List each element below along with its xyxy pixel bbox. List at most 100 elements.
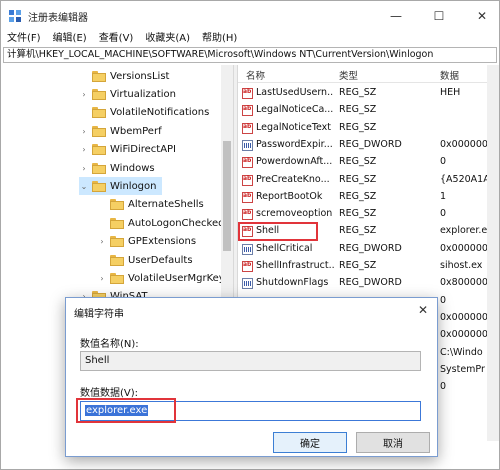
ok-button[interactable]: 确定	[273, 432, 347, 453]
value-name: ShellInfrastruct...	[256, 260, 334, 271]
chevron-right-icon[interactable]: ›	[79, 164, 89, 173]
minimize-button[interactable]: —	[381, 5, 411, 27]
value-name-label: 数值名称(N):	[80, 339, 139, 350]
shell-row-highlight	[238, 222, 318, 242]
string-value-icon	[242, 122, 253, 134]
list-row[interactable]: ShellCritical REG_DWORD 0x000000	[238, 241, 499, 258]
list-row[interactable]: scremoveoptionREG_SZ0	[238, 206, 499, 223]
tree-item[interactable]: ⌄ Winlogon	[79, 177, 163, 196]
column-type[interactable]: 类型	[339, 68, 358, 82]
list-row[interactable]: LegalNoticeCa... REG_SZ	[238, 102, 499, 119]
menu-bar: 文件(F) 编辑(E) 查看(V) 收藏夹(A) 帮助(H)	[1, 31, 499, 46]
value-name: LegalNoticeText	[256, 121, 332, 133]
tree-item-label: VolatileNotifications	[110, 107, 210, 119]
value-name: PowerdownAft...	[256, 156, 333, 168]
chevron-right-icon[interactable]: ›	[79, 145, 89, 154]
list-row[interactable]: PasswordExpir... REG_DWORD 0x000000	[238, 137, 499, 154]
folder-icon	[110, 254, 124, 266]
value-data: C:\Windo	[440, 346, 483, 358]
menu-view[interactable]: 查看(V)	[93, 31, 140, 46]
title-bar[interactable]: 注册表编辑器 — ☐ ✕	[1, 1, 499, 31]
cancel-button[interactable]: 取消	[356, 432, 430, 453]
folder-icon	[92, 125, 106, 137]
column-data[interactable]: 数据	[440, 68, 459, 82]
value-type: REG_DWORD	[339, 242, 402, 254]
chevron-right-icon[interactable]: ›	[79, 90, 89, 99]
tree-item-label: Windows	[110, 162, 155, 174]
address-bar[interactable]: 计算机\HKEY_LOCAL_MACHINE\SOFTWARE\Microsof…	[3, 47, 497, 63]
value-type: REG_SZ	[339, 173, 377, 185]
tree-item-label: WbemPerf	[110, 125, 162, 137]
value-data: 0	[440, 381, 447, 393]
tree-item[interactable]: › VolatileUserMgrKey	[97, 269, 231, 287]
folder-icon	[110, 217, 124, 229]
tree-item-label: VolatileUserMgrKey	[128, 272, 225, 284]
chevron-right-icon[interactable]: ›	[97, 274, 107, 283]
data-field-highlight	[76, 398, 176, 423]
edit-string-dialog: 编辑字符串 ✕ 数值名称(N): Shell 数值数据(V): explorer…	[65, 297, 438, 457]
tree-item[interactable]: VolatileNotifications	[79, 104, 215, 122]
folder-icon	[92, 70, 106, 82]
value-data: 0x000000	[440, 311, 488, 323]
dialog-close-button[interactable]: ✕	[411, 300, 435, 320]
list-row[interactable]: ShutdownFlags REG_DWORD 0x800000	[238, 275, 499, 292]
list-row[interactable]: LastUsedUsern...REG_SZHEH	[238, 85, 499, 102]
tree-item[interactable]: › WiFiDirectAPI	[79, 141, 182, 159]
tree-item-label: Virtualization	[110, 88, 176, 100]
column-name[interactable]: 名称	[246, 68, 265, 82]
tree-item-label: AlternateShells	[128, 199, 204, 211]
tree-item[interactable]: AlternateShells	[97, 196, 210, 214]
menu-help[interactable]: 帮助(H)	[196, 31, 243, 46]
chevron-right-icon[interactable]: ›	[79, 127, 89, 136]
value-data-label: 数值数据(V):	[80, 388, 139, 399]
value-name: ShutdownFlags	[256, 277, 329, 289]
tree-item[interactable]: › WbemPerf	[79, 122, 168, 140]
value-type: REG_SZ	[339, 87, 377, 98]
tree-item[interactable]: › Windows	[79, 159, 161, 177]
tree-item[interactable]: › GPExtensions	[97, 233, 202, 251]
value-data: SystemPr	[440, 363, 485, 375]
dialog-title: 编辑字符串	[74, 309, 124, 320]
chevron-down-icon[interactable]: ⌄	[79, 182, 89, 191]
tree-item[interactable]: AutoLogonChecked	[97, 214, 230, 232]
value-type: REG_SZ	[339, 156, 377, 168]
tree-item[interactable]: VersionsList	[79, 67, 175, 85]
folder-icon	[110, 199, 124, 211]
list-row[interactable]: PowerdownAft...REG_SZ0	[238, 154, 499, 171]
value-type: REG_SZ	[339, 121, 377, 133]
value-name: ReportBootOk	[256, 190, 323, 202]
menu-favorites[interactable]: 收藏夹(A)	[139, 31, 196, 46]
string-value-icon	[242, 88, 253, 99]
value-type: REG_DWORD	[339, 277, 402, 289]
folder-icon	[92, 144, 106, 156]
folder-icon	[92, 162, 106, 174]
value-type: REG_SZ	[339, 190, 377, 202]
list-row[interactable]: LegalNoticeText REG_SZ	[238, 120, 499, 137]
list-scrollbar[interactable]	[487, 65, 499, 441]
value-name: PreCreateKno...	[256, 173, 330, 185]
binary-value-icon	[242, 243, 253, 255]
window-title: 注册表编辑器	[28, 13, 88, 24]
tree-item-label: UserDefaults	[128, 254, 193, 266]
tree-scrollbar-thumb[interactable]	[223, 141, 231, 251]
menu-file[interactable]: 文件(F)	[1, 31, 47, 46]
tree-item-label: Winlogon	[110, 180, 157, 192]
tree-item[interactable]: UserDefaults	[97, 251, 199, 269]
list-row[interactable]: ShellInfrastruct...REG_SZsihost.ex	[238, 258, 499, 275]
maximize-button[interactable]: ☐	[424, 5, 454, 27]
value-name: scremoveoption	[256, 208, 333, 220]
value-name: PasswordExpir...	[256, 138, 333, 150]
list-row[interactable]: PreCreateKno...REG_SZ{A520A1A	[238, 172, 499, 189]
chevron-right-icon[interactable]: ›	[97, 237, 107, 246]
tree-item[interactable]: › Virtualization	[79, 85, 182, 103]
string-value-icon	[242, 191, 253, 203]
value-type: REG_SZ	[339, 260, 377, 271]
menu-edit[interactable]: 编辑(E)	[47, 31, 93, 46]
value-type: REG_SZ	[339, 208, 377, 220]
close-button[interactable]: ✕	[467, 5, 497, 27]
string-value-icon	[242, 209, 253, 221]
value-name-field: Shell	[80, 351, 421, 371]
list-row[interactable]: ReportBootOkREG_SZ1	[238, 189, 499, 206]
regedit-icon	[8, 9, 22, 23]
value-data: 0x000000	[440, 329, 488, 341]
